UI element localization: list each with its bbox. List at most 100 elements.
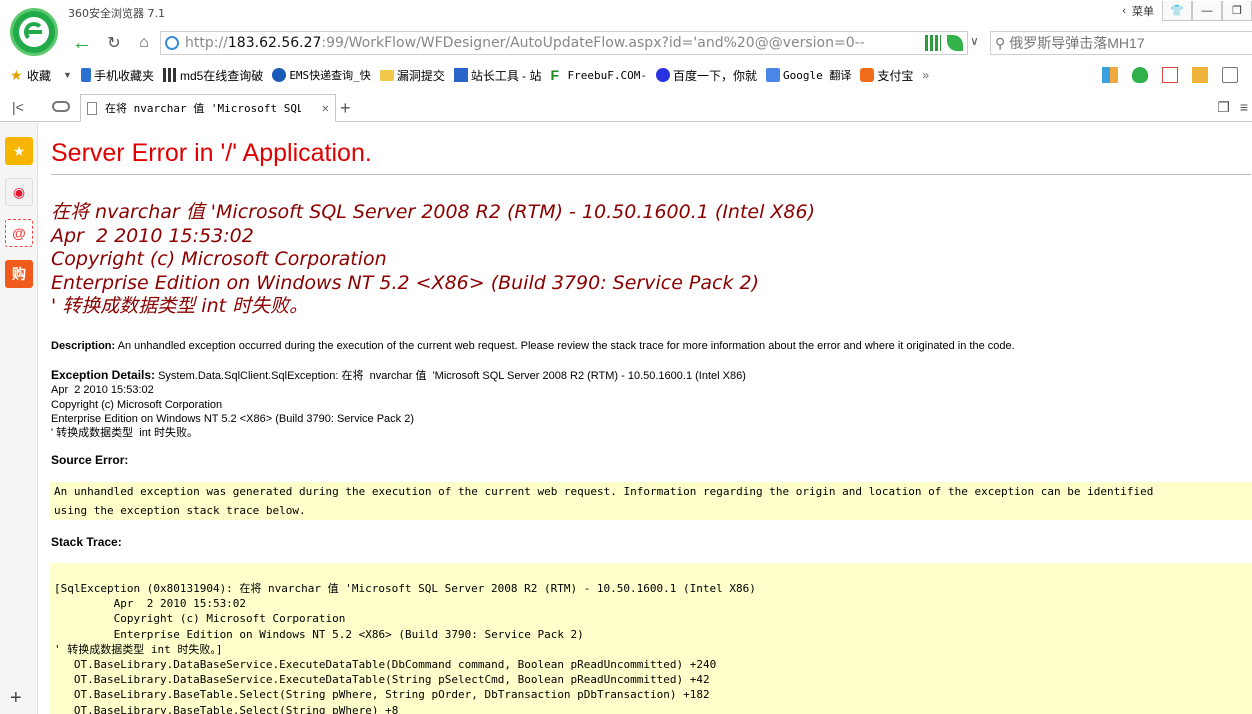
search-value[interactable]: 俄罗斯导弹击落MH17 (1009, 33, 1144, 53)
bookmark-label: FreebuF.COM- (567, 68, 647, 82)
bookmark-phone[interactable]: 手机收藏夹 (80, 67, 154, 84)
tab-list-icon[interactable]: ❐ (1217, 99, 1230, 116)
toolbar-extensions (1102, 62, 1252, 88)
tab-scroll-left-icon[interactable]: |< (12, 99, 24, 115)
app-title: 360安全浏览器 7.1 (68, 7, 165, 20)
qr-code-icon[interactable] (925, 35, 941, 51)
tool-icon (453, 68, 468, 82)
error-message-line: 在将 nvarchar 值 'Microsoft SQL Server 2008… (51, 201, 816, 223)
address-bar: ← ↻ ⌂ http://183.62.56.27:99/WorkFlow/WF… (0, 28, 1252, 58)
shirt-icon: 👕 (1170, 5, 1184, 17)
skin-button[interactable]: 👕 (1162, 1, 1192, 21)
phone-icon (80, 68, 91, 82)
stack-trace-box: [SqlException (0x80131904): 在将 nvarchar … (50, 563, 1252, 714)
url-tools (925, 35, 963, 51)
shield-icon[interactable] (1132, 67, 1148, 83)
bookmark-label: 支付宝 (877, 68, 914, 83)
browser-logo-icon[interactable] (10, 8, 58, 56)
source-error-box: An unhandled exception was generated dur… (50, 482, 1252, 520)
bookmark-label: Google 翻译 (783, 69, 852, 82)
tab-tools: ❐ ≡ (1217, 99, 1252, 116)
exception-line: ' 转换成数据类型 int 时失败。 (51, 427, 198, 440)
ad-block-icon[interactable] (1162, 67, 1178, 83)
title-bar: 360安全浏览器 7.1 ‹ 菜单 👕 — ❐ (0, 0, 1252, 24)
freebuf-icon: F (550, 67, 560, 83)
exception-details: Exception Details: System.Data.SqlClient… (51, 368, 746, 440)
description: Description: An unhandled exception occu… (51, 340, 1015, 352)
exception-line: Enterprise Edition on Windows NT 5.2 <X8… (51, 412, 414, 425)
bookmark-freebuf[interactable]: F FreebuF.COM- (551, 68, 647, 82)
leaf-icon[interactable] (947, 35, 963, 51)
error-message-line: Apr 2 2010 15:53:02 (51, 224, 254, 247)
close-icon[interactable]: ✕ (322, 101, 329, 115)
source-error-label: Source Error: (51, 453, 129, 467)
screenshot-icon[interactable] (1222, 67, 1238, 83)
tab-active[interactable]: 在将 nvarchar 值 'Microsoft SQL Se ✕ (80, 94, 336, 122)
error-message-line: ' 转换成数据类型 int 时失败。 (51, 295, 309, 317)
bookmarks-bar: ★ 收藏 ▼ 手机收藏夹 md5在线查询破 EMS快递查询_快 漏洞提交 站长工… (0, 62, 1252, 88)
apps-icon[interactable] (1102, 67, 1118, 83)
menu-label[interactable]: 菜单 (1132, 3, 1154, 19)
bookmark-label: 百度一下，你就 (672, 68, 757, 83)
more-bookmarks-icon[interactable]: » (922, 68, 929, 82)
description-text: An unhandled exception occurred during t… (115, 340, 1015, 352)
home-icon: ⌂ (139, 34, 149, 51)
bookmark-label: md5在线查询破 (179, 68, 264, 83)
exception-line: Apr 2 2010 15:53:02 (51, 384, 154, 397)
sidebar-favorites-star-icon[interactable]: ★ (5, 137, 33, 165)
bookmark-ems[interactable]: EMS快递查询_快 (272, 67, 371, 83)
cloud-icon[interactable] (52, 101, 70, 112)
back-button[interactable]: ← (70, 31, 94, 55)
bookmark-label: 收藏 (27, 68, 52, 83)
chevron-left-icon[interactable]: ‹ (1122, 5, 1126, 17)
tab-bar: |< 在将 nvarchar 值 'Microsoft SQL Se ✕ + ❐… (0, 92, 1252, 122)
bookmark-alipay[interactable]: 支付宝 (860, 67, 913, 84)
url-path: :99/WorkFlow/WFDesigner/AutoUpdateFlow.a… (321, 35, 865, 51)
google-translate-icon (766, 68, 780, 82)
bookmark-label: 手机收藏夹 (93, 68, 154, 83)
chevron-down-icon[interactable]: ∨ (970, 34, 979, 48)
ems-icon (272, 68, 287, 82)
url-text[interactable]: http://183.62.56.27:99/WorkFlow/WFDesign… (185, 35, 925, 51)
minimize-button[interactable]: — (1192, 1, 1222, 21)
bookmark-label: 漏洞提交 (396, 68, 445, 83)
bookmark-label: 站长工具 - 站 (470, 68, 542, 83)
search-field[interactable]: ⚲ 俄罗斯导弹击落MH17 (990, 31, 1252, 55)
url-field[interactable]: http://183.62.56.27:99/WorkFlow/WFDesign… (160, 31, 968, 55)
minimize-icon: — (1201, 4, 1213, 17)
sidebar-shopping-icon[interactable]: 购 (5, 260, 33, 288)
stack-trace-label: Stack Trace: (51, 535, 122, 549)
sidebar-mail-icon[interactable]: @ (5, 219, 33, 247)
sidebar-weibo-icon[interactable]: ◉ (5, 178, 33, 206)
exception-line: Copyright (c) Microsoft Corporation (51, 398, 223, 411)
new-tab-button[interactable]: + (340, 98, 351, 119)
bookmark-chinaz[interactable]: 站长工具 - 站 (453, 67, 542, 84)
home-button[interactable]: ⌂ (132, 31, 156, 55)
restore-icon: ❐ (1232, 5, 1242, 17)
dropdown-arrow-icon[interactable]: ▼ (63, 70, 72, 80)
back-arrow-icon: ← (72, 31, 92, 54)
bookmark-baidu[interactable]: 百度一下，你就 (655, 67, 757, 84)
url-prefix: http:// (185, 35, 228, 51)
url-host: 183.62.56.27 (227, 35, 322, 51)
sidebar-add-icon[interactable]: + (10, 687, 22, 710)
gift-icon[interactable] (1192, 67, 1208, 83)
baidu-paw-icon (655, 68, 670, 82)
description-label: Description: (51, 340, 116, 352)
tab-menu-icon[interactable]: ≡ (1240, 99, 1248, 116)
reload-button[interactable]: ↻ (102, 31, 126, 55)
error-message-line: Enterprise Edition on Windows NT 5.2 <X8… (51, 271, 760, 294)
error-message: 在将 nvarchar 值 'Microsoft SQL Server 2008… (51, 201, 815, 319)
tab-title: 在将 nvarchar 值 'Microsoft SQL Se (105, 102, 301, 115)
bookmark-folder[interactable]: 漏洞提交 (379, 67, 445, 84)
bookmark-md5[interactable]: md5在线查询破 (162, 67, 264, 84)
bookmark-google-translate[interactable]: Google 翻译 (766, 67, 851, 83)
star-add-icon: ★ (10, 67, 23, 83)
maximize-button[interactable]: ❐ (1222, 1, 1252, 21)
alipay-icon (860, 68, 875, 82)
bookmark-favorites[interactable]: ★ 收藏 ▼ (10, 67, 72, 84)
grid-icon (162, 68, 177, 82)
page-content: Server Error in '/' Application. 在将 nvar… (40, 123, 1252, 714)
document-icon (87, 101, 97, 115)
error-title: Server Error in '/' Application. (51, 139, 372, 167)
